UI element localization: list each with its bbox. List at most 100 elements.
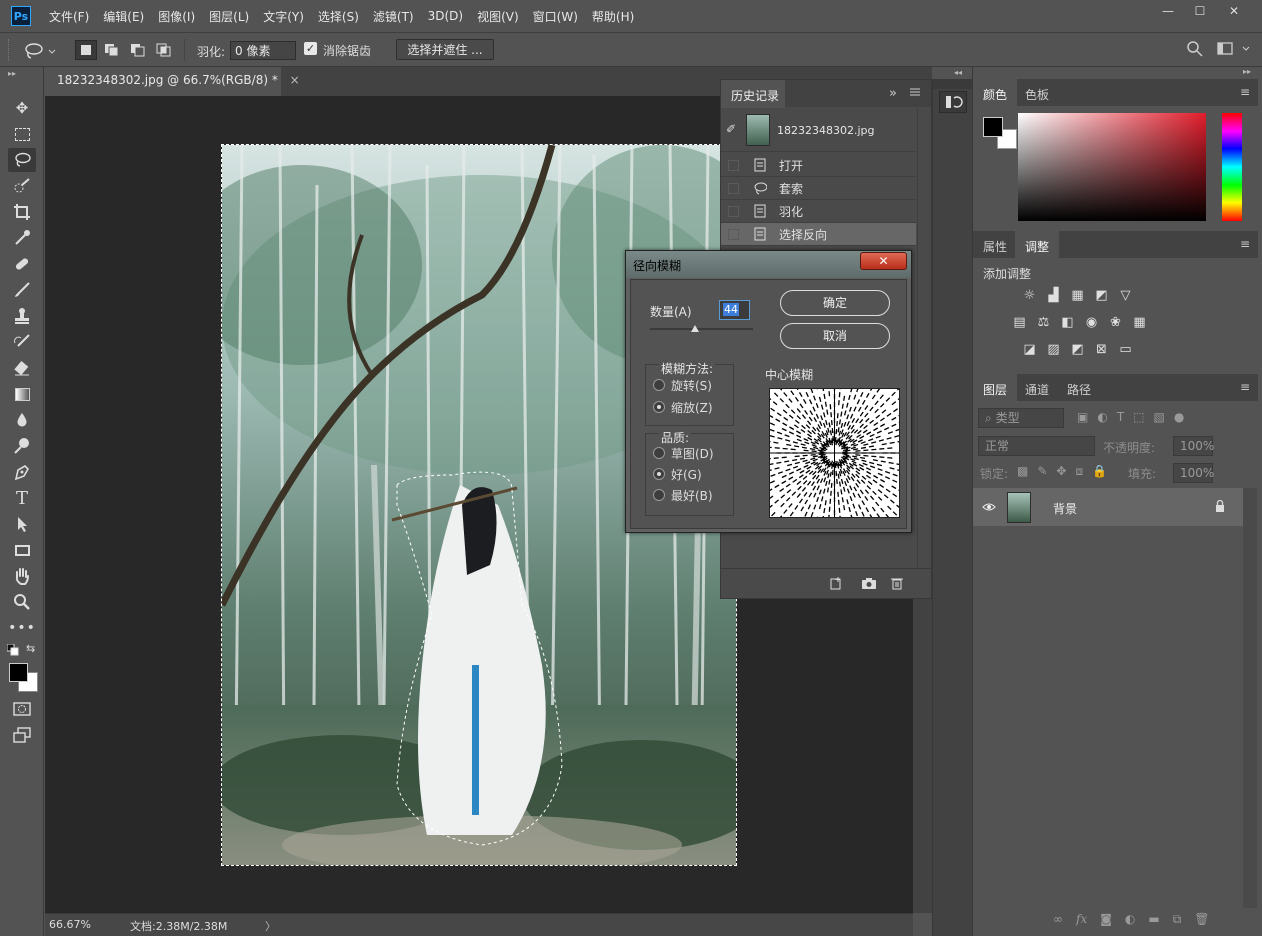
healing-brush-tool-icon[interactable] [8, 252, 36, 276]
amount-slider-thumb[interactable] [691, 325, 700, 332]
eye-icon[interactable] [982, 501, 996, 515]
channel-mixer-icon[interactable]: ❀ [1107, 316, 1124, 330]
lock-transparent-icon[interactable]: ▩ [1017, 464, 1028, 479]
lasso-tool-icon[interactable] [8, 148, 36, 172]
menu-window[interactable]: 窗口(W) [533, 8, 578, 25]
marquee-tool-icon[interactable] [8, 122, 36, 146]
intersect-selection-button[interactable] [153, 40, 175, 60]
history-item-inverse[interactable]: 选择反向 [721, 223, 916, 246]
panel-menu-icon[interactable] [909, 85, 921, 102]
feather-input[interactable]: 0 像素 [230, 41, 296, 60]
ok-button[interactable]: 确定 [780, 290, 890, 316]
lock-position-icon[interactable]: ✥ [1056, 464, 1066, 479]
invert-icon[interactable]: ◪ [1021, 343, 1038, 357]
radio-spin[interactable] [653, 379, 665, 391]
new-adjustment-layer-icon[interactable]: ◐ [1125, 912, 1135, 927]
draft-label[interactable]: 草图(D) [671, 445, 714, 462]
menu-edit[interactable]: 编辑(E) [103, 8, 144, 25]
smart-object-filter-icon[interactable]: ▧ [1154, 410, 1165, 424]
menu-layer[interactable]: 图层(L) [209, 8, 249, 25]
new-group-icon[interactable]: ▬ [1148, 912, 1159, 927]
default-colors-icon[interactable] [6, 643, 19, 659]
subtract-selection-button[interactable] [127, 40, 149, 60]
opacity-input[interactable]: 100% [1173, 436, 1214, 456]
curves-icon[interactable]: ▦ [1069, 289, 1086, 303]
swap-colors-icon[interactable]: ⇆ [26, 642, 35, 655]
lock-paint-icon[interactable]: ✎ [1037, 464, 1047, 479]
vibrance-icon[interactable]: ▽ [1117, 289, 1134, 303]
history-scrollbar[interactable] [917, 108, 931, 568]
lock-artboard-icon[interactable]: ⧈ [1075, 464, 1083, 479]
quick-mask-icon[interactable] [8, 697, 36, 721]
history-item-feather[interactable]: 羽化 [721, 200, 916, 223]
tab-paths[interactable]: 路径 [1057, 374, 1101, 401]
rectangle-tool-icon[interactable] [8, 538, 36, 562]
amount-input[interactable]: 44 [719, 300, 750, 320]
collapse-right-icon[interactable]: ▸▸ [1243, 67, 1251, 76]
menu-3d[interactable]: 3D(D) [428, 9, 463, 23]
hand-tool-icon[interactable] [8, 564, 36, 588]
more-tools-icon[interactable]: ••• [8, 616, 36, 640]
cancel-button[interactable]: 取消 [780, 323, 890, 349]
menu-select[interactable]: 选择(S) [318, 8, 359, 25]
link-layers-icon[interactable]: ∞ [1053, 912, 1063, 927]
tab-history[interactable]: 历史记录 [721, 80, 785, 108]
panel-menu-icon[interactable]: ≡ [1240, 237, 1250, 251]
eraser-tool-icon[interactable] [8, 356, 36, 380]
threshold-icon[interactable]: ◩ [1069, 343, 1086, 357]
status-menu-arrow[interactable]: 〉 [265, 918, 276, 934]
posterize-icon[interactable]: ▨ [1045, 343, 1062, 357]
color-lookup-icon[interactable]: ▦ [1131, 316, 1148, 330]
brightness-icon[interactable]: ☼ [1021, 289, 1038, 303]
history-panel-icon[interactable] [939, 91, 967, 113]
hue-saturation-icon[interactable]: ▤ [1011, 316, 1028, 330]
hue-slider[interactable] [1222, 113, 1242, 221]
expand-panel-icon[interactable]: » [889, 86, 897, 101]
levels-icon[interactable]: ▟ [1045, 289, 1062, 303]
adjustment-filter-icon[interactable]: ◐ [1097, 410, 1107, 424]
good-label[interactable]: 好(G) [671, 466, 702, 483]
menu-image[interactable]: 图像(I) [158, 8, 195, 25]
image-filter-icon[interactable]: ▣ [1077, 410, 1088, 424]
blur-tool-icon[interactable] [8, 408, 36, 432]
gradient-map-icon[interactable]: ▭ [1117, 343, 1134, 357]
add-selection-button[interactable] [101, 40, 123, 60]
gradient-tool-icon[interactable] [8, 382, 36, 406]
type-tool-icon[interactable]: T [8, 486, 36, 510]
history-item-open[interactable]: 打开 [721, 154, 916, 177]
dodge-tool-icon[interactable] [8, 434, 36, 458]
collapse-icon[interactable]: ▸▸ [8, 69, 16, 78]
menu-view[interactable]: 视图(V) [477, 8, 519, 25]
trash-icon[interactable] [890, 576, 904, 593]
history-brush-source-icon[interactable]: ✐ [726, 122, 736, 136]
antialias-checkbox[interactable]: ✓ [304, 42, 317, 55]
new-document-from-state-icon[interactable] [829, 576, 845, 593]
radio-good[interactable] [653, 468, 665, 480]
zoom-tool-icon[interactable] [8, 590, 36, 614]
camera-icon[interactable] [861, 576, 877, 593]
blend-mode-select[interactable]: 正常 [978, 436, 1095, 456]
document-tab[interactable]: 18232348302.jpg @ 66.7%(RGB/8) * × [45, 67, 300, 96]
move-tool-icon[interactable]: ✥ [8, 96, 36, 120]
menu-filter[interactable]: 滤镜(T) [373, 8, 414, 25]
dialog-close-button[interactable]: ✕ [860, 252, 907, 270]
tab-swatches[interactable]: 色板 [1015, 79, 1059, 106]
collapse-left-icon[interactable]: ◂◂ [954, 68, 962, 77]
layers-scrollbar[interactable] [1243, 488, 1257, 908]
quick-select-tool-icon[interactable] [8, 174, 36, 198]
zoom-label[interactable]: 缩放(Z) [671, 399, 713, 416]
selective-color-icon[interactable]: ⊠ [1093, 343, 1110, 357]
exposure-icon[interactable]: ◩ [1093, 289, 1110, 303]
pen-tool-icon[interactable] [8, 460, 36, 484]
panel-menu-icon[interactable]: ≡ [1240, 85, 1250, 99]
layer-name[interactable]: 背景 [1053, 500, 1077, 517]
tab-adjustments[interactable]: 调整 [1015, 231, 1060, 258]
tab-properties[interactable]: 属性 [973, 231, 1017, 258]
blur-center-preview[interactable] [736, 355, 933, 550]
tab-close-icon[interactable]: × [290, 73, 300, 87]
layer-style-icon[interactable]: fx [1076, 912, 1087, 927]
color-fg-swatch[interactable] [983, 117, 1003, 137]
foreground-color-swatch[interactable] [9, 663, 28, 682]
amount-slider[interactable] [650, 328, 753, 330]
menu-type[interactable]: 文字(Y) [263, 8, 304, 25]
